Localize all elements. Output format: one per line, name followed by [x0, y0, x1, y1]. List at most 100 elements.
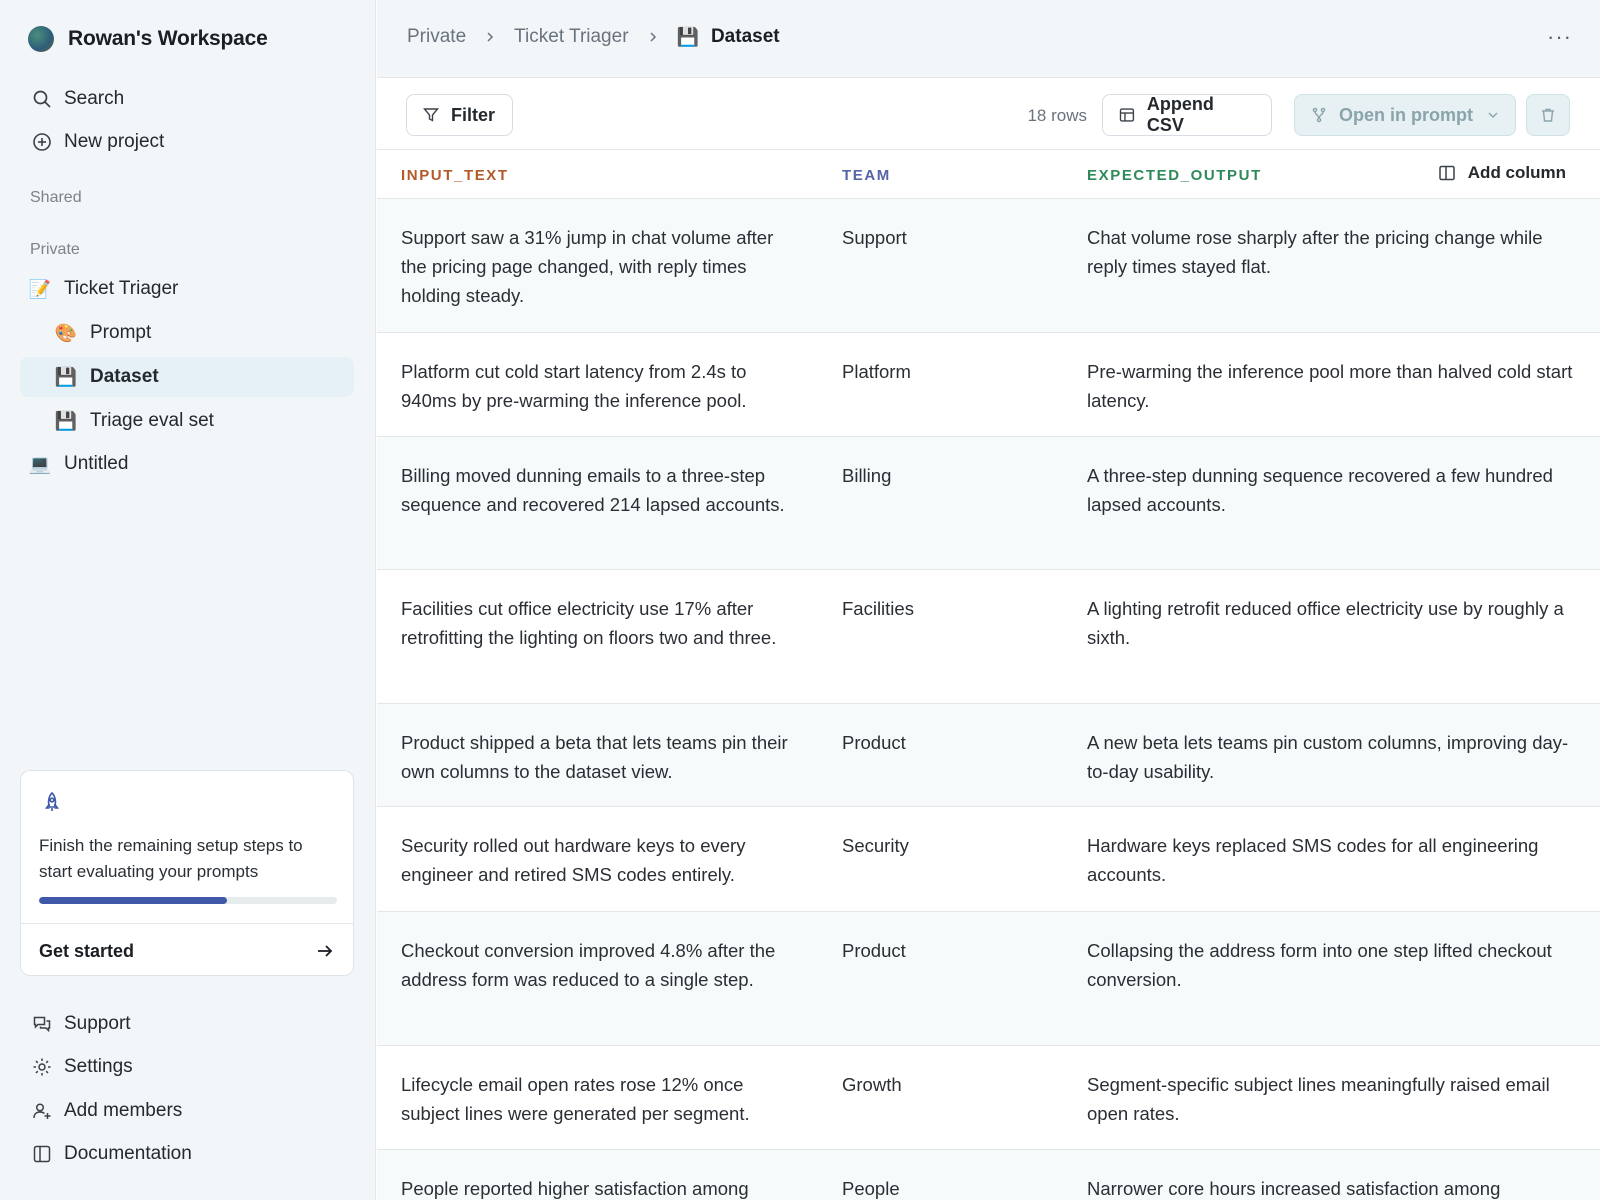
- cell-input-text[interactable]: Support saw a 31% jump in chat volume af…: [401, 223, 796, 310]
- cell-input-text[interactable]: People reported higher satisfaction amon…: [401, 1174, 796, 1200]
- setup-card: Finish the remaining setup steps to star…: [20, 770, 354, 976]
- toolbar: Filter 18 rows Append CSV Open in prompt: [377, 78, 1600, 150]
- sidebar-add-members[interactable]: Add members: [20, 1091, 354, 1131]
- cell-team[interactable]: Product: [842, 936, 1042, 965]
- table-row[interactable]: Billing moved dunning emails to a three-…: [377, 437, 1600, 570]
- column-header-input-text[interactable]: INPUT_TEXT: [401, 167, 509, 184]
- cell-input-text[interactable]: Product shipped a beta that lets teams p…: [401, 728, 796, 786]
- trash-icon: [1542, 108, 1554, 122]
- cell-expected-output[interactable]: Segment-specific subject lines meaningfu…: [1087, 1070, 1577, 1128]
- cell-team[interactable]: Billing: [842, 461, 1042, 490]
- sidebar-support[interactable]: Support: [20, 1004, 354, 1044]
- cell-expected-output[interactable]: Hardware keys replaced SMS codes for all…: [1087, 831, 1577, 889]
- add-members-label: Add members: [64, 1100, 183, 1121]
- add-column-button[interactable]: Add column: [1438, 163, 1566, 183]
- table-row[interactable]: Lifecycle email open rates rose 12% once…: [377, 1046, 1600, 1150]
- rocket-icon: [44, 791, 60, 811]
- cell-input-text[interactable]: Lifecycle email open rates rose 12% once…: [401, 1070, 796, 1128]
- breadcrumb-current: 💾 Dataset: [677, 26, 780, 48]
- open-in-prompt-label: Open in prompt: [1339, 104, 1473, 125]
- table-row[interactable]: Security rolled out hardware keys to eve…: [377, 807, 1600, 912]
- table-row[interactable]: Checkout conversion improved 4.8% after …: [377, 912, 1600, 1046]
- delete-button[interactable]: [1526, 94, 1570, 136]
- tree-item-triage-eval-set[interactable]: 💾 Triage eval set: [52, 401, 354, 441]
- breadcrumb: Private Ticket Triager 💾 Dataset: [407, 26, 780, 48]
- divider: [21, 923, 353, 924]
- tree-item-label: Triage eval set: [90, 410, 214, 431]
- memo-icon: 📝: [28, 278, 52, 299]
- filter-label: Filter: [451, 104, 496, 125]
- breadcrumb-ticket-triager[interactable]: Ticket Triager: [514, 26, 628, 48]
- filter-button[interactable]: Filter: [406, 94, 513, 136]
- palette-icon: 🎨: [54, 322, 78, 343]
- cell-expected-output[interactable]: Collapsing the address form into one ste…: [1087, 936, 1577, 994]
- sidebar-search[interactable]: Search: [20, 79, 354, 119]
- cell-expected-output[interactable]: Pre-warming the inference pool more than…: [1087, 357, 1577, 415]
- cell-team[interactable]: Product: [842, 728, 1042, 757]
- cell-input-text[interactable]: Platform cut cold start latency from 2.4…: [401, 357, 796, 415]
- chevron-right-icon: [650, 32, 656, 42]
- plus-circle-icon: [20, 132, 64, 152]
- breadcrumb-private[interactable]: Private: [407, 26, 466, 48]
- cell-team[interactable]: Platform: [842, 357, 1042, 386]
- section-shared: Shared: [30, 189, 82, 206]
- top-bar: Private Ticket Triager 💾 Dataset ···: [377, 0, 1600, 78]
- cell-input-text[interactable]: Security rolled out hardware keys to eve…: [401, 831, 796, 889]
- cell-team[interactable]: Growth: [842, 1070, 1042, 1099]
- cell-input-text[interactable]: Billing moved dunning emails to a three-…: [401, 461, 796, 519]
- cell-expected-output[interactable]: A lighting retrofit reduced office elect…: [1087, 594, 1577, 652]
- sidebar-new-project[interactable]: New project: [20, 122, 354, 162]
- workspace-logo: [28, 26, 54, 52]
- append-csv-button[interactable]: Append CSV: [1102, 94, 1272, 136]
- cell-team[interactable]: People: [842, 1174, 1042, 1200]
- table-row[interactable]: Facilities cut office electricity use 17…: [377, 570, 1600, 704]
- table-icon: [1119, 108, 1135, 122]
- add-user-icon: [20, 1101, 64, 1121]
- chevron-right-icon: [487, 32, 494, 42]
- tree-item-untitled[interactable]: 💻 Untitled: [26, 444, 354, 484]
- cell-expected-output[interactable]: A three-step dunning sequence recovered …: [1087, 461, 1577, 519]
- sidebar: Rowan's Workspace Search New project Sha…: [0, 0, 376, 1200]
- cell-team[interactable]: Security: [842, 831, 1042, 860]
- search-label: Search: [64, 88, 125, 109]
- open-in-prompt-button[interactable]: Open in prompt: [1294, 94, 1516, 136]
- tree-item-dataset[interactable]: 💾 Dataset: [20, 357, 354, 397]
- support-label: Support: [64, 1013, 131, 1034]
- table-row[interactable]: Platform cut cold start latency from 2.4…: [377, 333, 1600, 437]
- tree-item-prompt[interactable]: 🎨 Prompt: [52, 313, 354, 353]
- search-icon: [20, 89, 64, 109]
- cell-team[interactable]: Support: [842, 223, 1042, 252]
- chat-bubbles-icon: [20, 1014, 64, 1034]
- cell-expected-output[interactable]: A new beta lets teams pin custom columns…: [1087, 728, 1577, 786]
- columns-icon: [1439, 165, 1455, 181]
- tree-item-ticket-triager[interactable]: 📝 Ticket Triager: [26, 269, 354, 309]
- laptop-icon: 💻: [28, 453, 52, 474]
- get-started-button[interactable]: Get started: [39, 941, 134, 962]
- cell-team[interactable]: Facilities: [842, 594, 1042, 623]
- cell-input-text[interactable]: Checkout conversion improved 4.8% after …: [401, 936, 796, 994]
- workspace-switcher[interactable]: Rowan's Workspace: [28, 26, 268, 52]
- column-header-expected-output[interactable]: EXPECTED_OUTPUT: [1087, 167, 1262, 184]
- breadcrumb-current-label: Dataset: [710, 26, 780, 47]
- new-project-label: New project: [64, 131, 165, 152]
- tree-item-label: Ticket Triager: [64, 278, 179, 299]
- setup-progress-fill: [39, 897, 227, 904]
- chevron-down-icon: [1488, 112, 1498, 118]
- table-header: INPUT_TEXT TEAM EXPECTED_OUTPUT Add colu…: [377, 151, 1600, 199]
- cell-input-text[interactable]: Facilities cut office electricity use 17…: [401, 594, 796, 652]
- column-header-team[interactable]: TEAM: [842, 167, 891, 184]
- table-row[interactable]: Support saw a 31% jump in chat volume af…: [377, 199, 1600, 333]
- floppy-disk-icon: 💾: [54, 410, 78, 431]
- filter-icon: [423, 108, 439, 122]
- more-options-icon[interactable]: ···: [1547, 24, 1572, 50]
- cell-expected-output[interactable]: Narrower core hours increased satisfacti…: [1087, 1174, 1577, 1200]
- cell-expected-output[interactable]: Chat volume rose sharply after the prici…: [1087, 223, 1577, 281]
- rows-count: 18 rows: [1027, 106, 1087, 125]
- table-row[interactable]: Product shipped a beta that lets teams p…: [377, 704, 1600, 807]
- table-row[interactable]: People reported higher satisfaction amon…: [377, 1150, 1600, 1200]
- sidebar-settings[interactable]: Settings: [20, 1047, 354, 1087]
- setup-progress-bar: [39, 897, 337, 904]
- arrow-right-icon[interactable]: [315, 941, 335, 961]
- workspace-name: Rowan's Workspace: [68, 27, 268, 50]
- sidebar-documentation[interactable]: Documentation: [20, 1134, 354, 1174]
